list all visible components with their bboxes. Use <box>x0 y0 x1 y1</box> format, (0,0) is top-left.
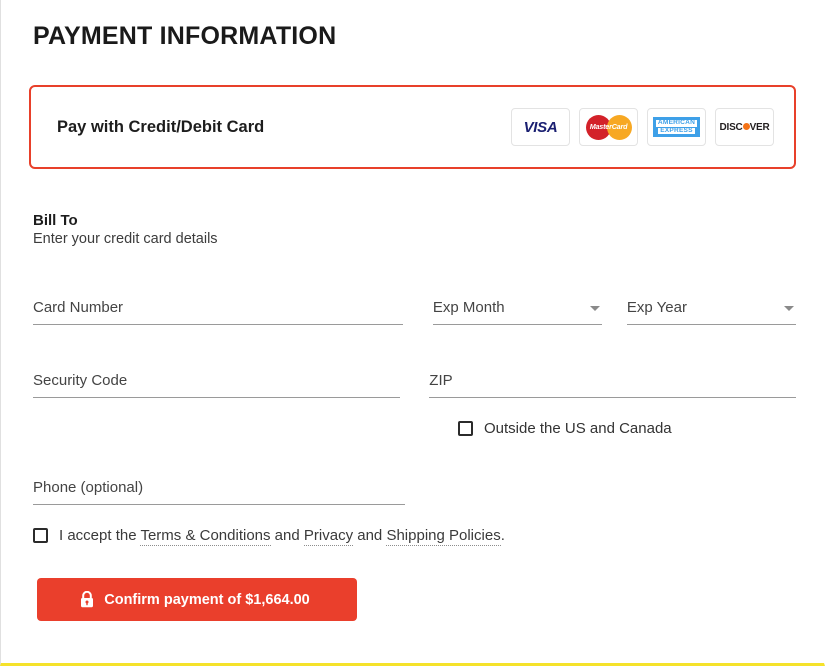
discover-orange-dot-icon <box>742 123 750 130</box>
amex-logo-line2: EXPRESS <box>658 126 695 135</box>
phone-input[interactable]: Phone (optional) <box>33 476 405 505</box>
card-number-input[interactable]: Card Number <box>33 296 404 325</box>
confirm-payment-label: Confirm payment of $1,664.00 <box>104 591 310 608</box>
payment-method-label: Pay with Credit/Debit Card <box>57 117 265 136</box>
security-code-placeholder: Security Code <box>33 372 128 389</box>
mastercard-logo-text: MasterCard <box>589 122 628 131</box>
bill-to-heading: Bill To <box>33 212 78 229</box>
terms-text-1: I accept the <box>59 527 141 544</box>
outside-us-row: Outside the US and Canada <box>33 420 796 437</box>
terms-label: I accept the Terms & Conditions and Priv… <box>59 527 505 546</box>
terms-text-2: and <box>270 527 304 544</box>
terms-text-4: . <box>500 527 505 544</box>
confirm-button-wrap: Confirm payment of $1,664.00 <box>33 578 796 621</box>
payment-method-card[interactable]: Pay with Credit/Debit Card VISA MasterCa… <box>29 85 796 169</box>
exp-month-placeholder: Exp Month <box>432 299 505 316</box>
payment-page: PAYMENT INFORMATION Pay with Credit/Debi… <box>0 0 825 666</box>
terms-text-3: and <box>353 527 387 544</box>
security-zip-row: Security Code ZIP <box>33 369 797 398</box>
phone-placeholder: Phone (optional) <box>33 479 144 496</box>
discover-logo-text: DISC VER <box>719 122 769 133</box>
zip-placeholder: ZIP <box>429 372 453 389</box>
outside-us-checkbox-row[interactable]: Outside the US and Canada <box>458 420 672 437</box>
payment-form: Card Number Exp Month Exp Year Security … <box>29 296 797 621</box>
amex-logo-line1: AMERICAN <box>655 118 698 127</box>
bill-to-section: Bill To Enter your credit card details <box>29 212 796 247</box>
amex-logo-mark: AMERICAN EXPRESS <box>652 117 701 137</box>
exp-year-select[interactable]: Exp Year <box>626 296 796 325</box>
security-code-input[interactable]: Security Code <box>33 369 400 398</box>
privacy-link[interactable]: Privacy <box>303 527 354 546</box>
confirm-payment-button[interactable]: Confirm payment of $1,664.00 <box>37 578 357 621</box>
card-number-placeholder: Card Number <box>33 299 124 316</box>
visa-logo-text: VISA <box>523 118 558 136</box>
accepted-cards-list: VISA MasterCard AMERICAN EXPRESS DISC VE… <box>511 108 774 146</box>
shipping-policies-link[interactable]: Shipping Policies <box>386 527 501 546</box>
lock-icon <box>80 590 94 608</box>
chevron-down-icon <box>590 306 601 311</box>
mastercard-logo-mark: MasterCard <box>585 114 632 140</box>
bill-to-subheading: Enter your credit card details <box>33 231 218 247</box>
exp-month-select[interactable]: Exp Month <box>432 296 603 325</box>
page-title: PAYMENT INFORMATION <box>33 22 337 50</box>
discover-text-after: VER <box>749 121 770 133</box>
chevron-down-icon <box>784 306 794 311</box>
card-row: Card Number Exp Month Exp Year <box>33 296 796 325</box>
outside-us-label: Outside the US and Canada <box>484 420 672 437</box>
page-inner: PAYMENT INFORMATION Pay with Credit/Debi… <box>1 0 824 621</box>
outside-us-checkbox[interactable] <box>458 421 473 436</box>
discover-text-before: DISC <box>719 121 743 133</box>
zip-input[interactable]: ZIP <box>429 369 797 398</box>
mastercard-logo: MasterCard <box>579 108 638 146</box>
discover-logo: DISC VER <box>715 108 774 146</box>
amex-logo: AMERICAN EXPRESS <box>647 108 706 146</box>
terms-row: I accept the Terms & Conditions and Priv… <box>33 527 796 546</box>
phone-row: Phone (optional) <box>33 476 796 505</box>
exp-year-placeholder: Exp Year <box>626 299 687 316</box>
visa-logo: VISA <box>511 108 570 146</box>
terms-checkbox-row[interactable]: I accept the Terms & Conditions and Priv… <box>33 527 505 546</box>
terms-and-conditions-link[interactable]: Terms & Conditions <box>140 527 271 546</box>
terms-checkbox[interactable] <box>33 528 48 543</box>
